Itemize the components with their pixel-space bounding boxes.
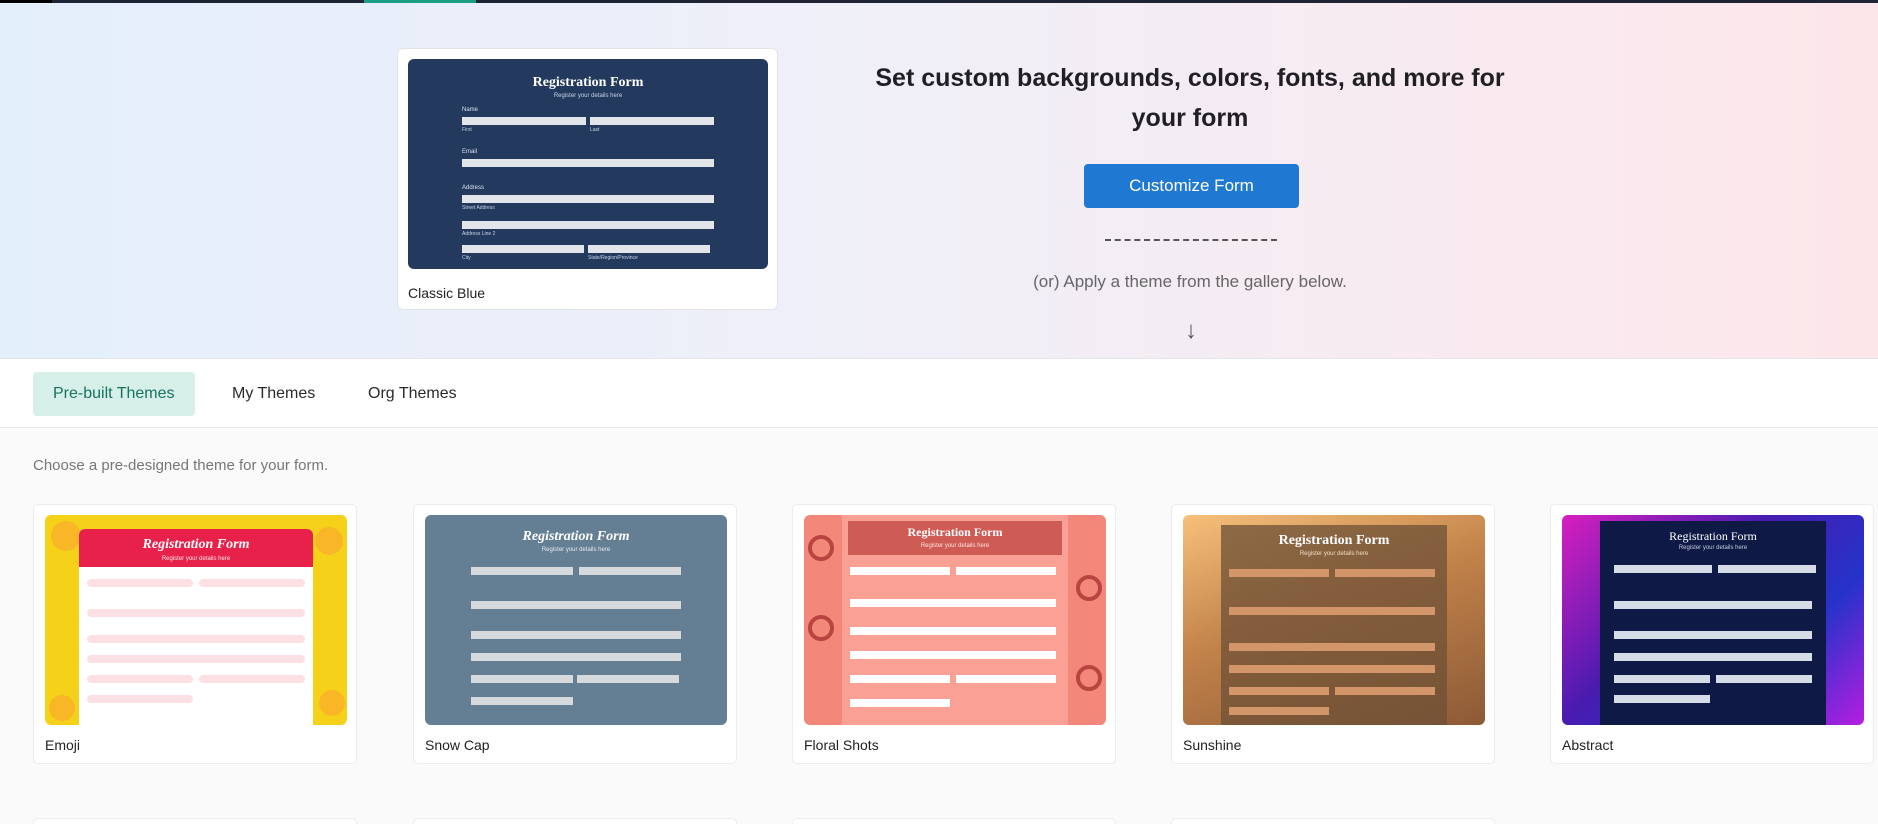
- theme-name: Emoji: [45, 737, 81, 753]
- flower-icon: [808, 535, 834, 561]
- arrow-down-icon: ↓: [1185, 317, 1197, 344]
- theme-card-snow-cap[interactable]: Registration Form Register your details …: [413, 504, 737, 764]
- preview-title: Registration Form: [1669, 529, 1757, 543]
- preview-field: [588, 245, 710, 253]
- preview-title: Registration Form: [1278, 533, 1390, 548]
- preview-subtitle: Register your details here: [920, 543, 990, 549]
- theme-preview: Registration Form Register your details …: [425, 515, 727, 725]
- preview-title: Registration Form: [532, 75, 644, 90]
- theme-gallery: Choose a pre-designed theme for your for…: [0, 429, 1878, 824]
- preview-subtitle: Register your details here: [541, 547, 611, 553]
- flower-icon: [1076, 665, 1102, 691]
- preview-field: [590, 117, 714, 125]
- preview-title: Registration Form: [907, 525, 1003, 539]
- hero-headline: Set custom backgrounds, colors, fonts, a…: [875, 64, 1505, 132]
- preview-title: Registration Form: [522, 529, 630, 544]
- preview-subtitle: Register your details here: [1299, 551, 1369, 557]
- preview-label: Email: [462, 149, 478, 155]
- theme-name: Snow Cap: [425, 737, 490, 753]
- current-theme-name: Classic Blue: [408, 285, 486, 301]
- preview-title: Registration Form: [142, 537, 250, 552]
- emoji-icon: [49, 695, 75, 721]
- preview-subtitle: Register your details here: [553, 93, 623, 99]
- preview-label: State/Region/Province: [588, 255, 638, 261]
- theme-preview: Registration Form Register your details …: [1562, 515, 1864, 725]
- gallery-hint: Choose a pre-designed theme for your for…: [33, 457, 329, 474]
- current-theme-card[interactable]: Registration Form Register your details …: [397, 48, 778, 310]
- preview-label: First: [462, 127, 472, 133]
- preview-field: [462, 159, 714, 167]
- emoji-icon: [315, 527, 343, 555]
- theme-preview: Registration Form Register your details …: [804, 515, 1106, 725]
- preview-subtitle: Register your details here: [1678, 545, 1748, 551]
- theme-tabs: Pre-built Themes My Themes Org Themes: [0, 360, 1878, 428]
- tab-org-themes[interactable]: Org Themes: [348, 372, 477, 416]
- tab-my-themes[interactable]: My Themes: [212, 372, 335, 416]
- preview-label: Address Line 2: [462, 231, 496, 237]
- preview-label: Street Address: [462, 205, 495, 211]
- preview-label: City: [462, 255, 471, 261]
- preview-label: Last: [590, 127, 600, 133]
- preview-label: Name: [462, 107, 479, 113]
- preview-field: [462, 195, 714, 203]
- theme-preview: Registration Form Register your details …: [1183, 515, 1485, 725]
- theme-name: Abstract: [1562, 737, 1614, 753]
- divider: [1105, 239, 1277, 241]
- theme-name: Floral Shots: [804, 737, 879, 753]
- theme-card-next-row[interactable]: [792, 818, 1116, 824]
- tab-pre-built-themes[interactable]: Pre-built Themes: [33, 372, 195, 416]
- current-theme-preview: Registration Form Register your details …: [408, 59, 768, 269]
- emoji-icon: [319, 690, 345, 716]
- preview-subtitle: Register your details here: [161, 556, 231, 562]
- preview-field: [462, 245, 584, 253]
- theme-preview: Registration Form Register your details …: [45, 515, 347, 725]
- flower-icon: [808, 615, 834, 641]
- theme-card-next-row[interactable]: [1171, 818, 1495, 824]
- flower-icon: [1076, 575, 1102, 601]
- theme-card-emoji[interactable]: Registration Form Register your details …: [33, 504, 357, 764]
- theme-card-abstract[interactable]: Registration Form Register your details …: [1550, 504, 1874, 764]
- theme-card-floral-shots[interactable]: Registration Form Register your details …: [792, 504, 1116, 764]
- preview-label: Address: [462, 185, 485, 191]
- preview-field: [462, 221, 714, 229]
- preview-field: [462, 117, 586, 125]
- customize-form-button[interactable]: Customize Form: [1084, 164, 1299, 208]
- theme-name: Sunshine: [1183, 737, 1242, 753]
- theme-card-sunshine[interactable]: Registration Form Register your details …: [1171, 504, 1495, 764]
- emoji-icon: [51, 521, 81, 551]
- apply-theme-text: (or) Apply a theme from the gallery belo…: [1033, 272, 1347, 291]
- hero-section: Registration Form Register your details …: [0, 3, 1878, 359]
- theme-card-next-row[interactable]: [33, 818, 357, 824]
- theme-card-next-row[interactable]: [413, 818, 737, 824]
